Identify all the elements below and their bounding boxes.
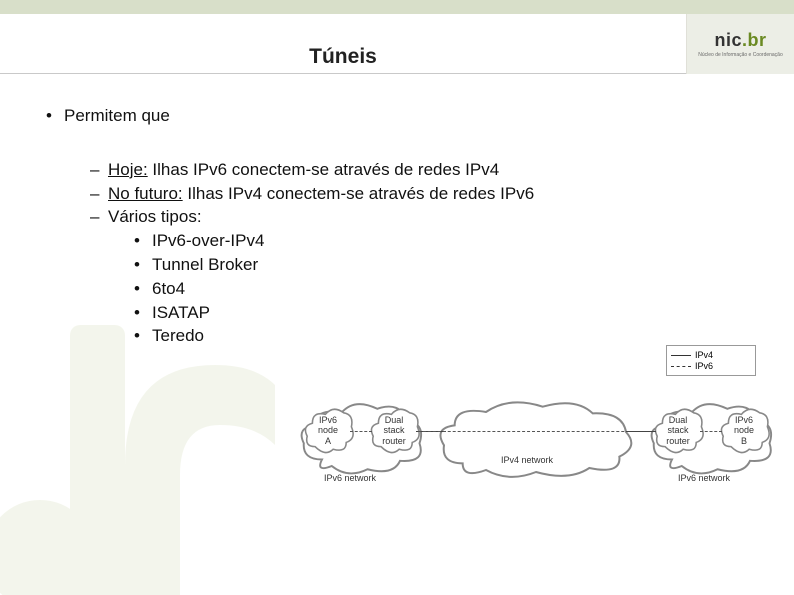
bullet-text: Teredo [152, 326, 204, 345]
logo-subtitle: Núcleo de Informação e Coordenação [698, 53, 783, 59]
bullet-text: Vários tipos: [108, 207, 202, 226]
legend-row-ipv4: IPv4 [671, 350, 751, 360]
cloud-node-b-text: IPv6 node B [718, 415, 770, 446]
bullet-text: Tunnel Broker [152, 255, 258, 274]
title-row: Túneis [0, 40, 686, 74]
legend-line-solid [671, 355, 691, 356]
bullet-text: IPv6-over-IPv4 [152, 231, 264, 250]
content: Permitem que Hoje: Ilhas IPv6 conectem-s… [46, 104, 764, 348]
cloud-node-b: IPv6 node B [718, 405, 770, 457]
logo-br: .br [742, 30, 767, 50]
bullet-text: ISATAP [152, 303, 210, 322]
logo-text: nic.br [714, 30, 766, 51]
left-net-label: IPv6 network [324, 473, 376, 483]
logo-nic: nic [714, 30, 742, 50]
bullet-emph: Hoje: [108, 160, 148, 179]
bullet-lvl3: IPv6-over-IPv4 [134, 229, 764, 253]
bullet-emph: No futuro: [108, 184, 183, 203]
bullet-text: Ilhas IPv6 conectem-se através de redes … [148, 160, 500, 179]
link-solid-net-routerR [626, 431, 656, 432]
cloud-router-left: Dual stack router [368, 405, 420, 457]
logo: nic.br Núcleo de Informação e Coordenaçã… [686, 14, 794, 74]
center-net-label: IPv4 network [501, 455, 553, 465]
cloud-center-network [436, 395, 636, 485]
cloud-router-left-text: Dual stack router [368, 415, 420, 446]
link-dashed-routerR-b [700, 431, 722, 432]
bullet-lvl3: 6to4 [134, 277, 764, 301]
bullet-text: 6to4 [152, 279, 185, 298]
slide: Túneis nic.br Núcleo de Informação e Coo… [0, 0, 794, 595]
diagram-legend: IPv4 IPv6 [666, 345, 756, 376]
bullet-lvl2: Vários tipos: IPv6-over-IPv4 Tunnel Brok… [90, 205, 764, 348]
bullet-text: Permitem que [64, 106, 170, 125]
tunnel-diagram: IPv4 IPv6 IPv6 network IPv6 node A Dual … [296, 345, 776, 495]
bullet-lvl1: Permitem que Hoje: Ilhas IPv6 conectem-s… [46, 104, 764, 348]
right-net-label: IPv6 network [678, 473, 730, 483]
bullet-lvl2: No futuro: Ilhas IPv4 conectem-se atravé… [90, 182, 764, 206]
bullet-lvl3: Tunnel Broker [134, 253, 764, 277]
bullet-text: Ilhas IPv4 conectem-se através de redes … [183, 184, 535, 203]
legend-row-ipv6: IPv6 [671, 361, 751, 371]
bullet-lvl2: Hoje: Ilhas IPv6 conectem-se através de … [90, 158, 764, 182]
legend-label: IPv6 [695, 361, 713, 371]
cloud-node-a-text: IPv6 node A [302, 415, 354, 446]
link-dashed-tunnel [418, 431, 654, 432]
link-dashed-a-routerL [350, 431, 372, 432]
cloud-node-a: IPv6 node A [302, 405, 354, 457]
slide-title: Túneis [309, 45, 377, 69]
top-band [0, 0, 794, 14]
legend-line-dashed [671, 366, 691, 367]
cloud-router-right-text: Dual stack router [652, 415, 704, 446]
cloud-router-right: Dual stack router [652, 405, 704, 457]
legend-label: IPv4 [695, 350, 713, 360]
bullet-lvl3: ISATAP [134, 301, 764, 325]
